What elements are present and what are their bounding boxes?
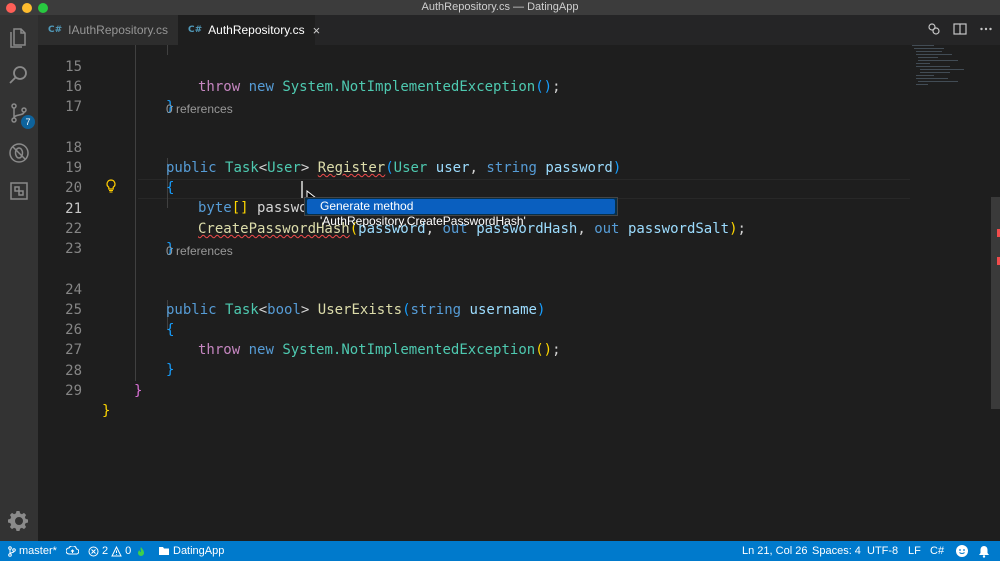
editor-actions xyxy=(926,22,994,38)
quick-fix-menu: Generate method 'AuthRepository.CreatePa… xyxy=(304,197,618,228)
source-control-icon[interactable]: 7 xyxy=(7,101,35,129)
code-line: 16 } xyxy=(38,57,938,115)
extensions-icon[interactable] xyxy=(7,179,31,203)
tab-label: IAuthRepository.cs xyxy=(68,23,168,37)
split-editor-icon[interactable] xyxy=(952,22,968,38)
csharp-file-icon: C# xyxy=(188,25,203,35)
minimap[interactable] xyxy=(910,45,990,105)
codelens-references[interactable]: 0 references xyxy=(166,99,233,119)
code-line: 26 throw new System.NotImplementedExcept… xyxy=(38,300,938,358)
code-line: 20 byte[] passwordHash, passwordSalt; xyxy=(38,158,938,216)
project-indicator[interactable]: DatingApp xyxy=(158,541,224,561)
more-actions-icon[interactable] xyxy=(978,22,994,38)
code-line: 28 } xyxy=(38,341,938,399)
csharp-file-icon: C# xyxy=(48,25,63,35)
line-number: 29 xyxy=(65,383,82,399)
open-changes-icon[interactable] xyxy=(926,22,942,38)
code-line: 15 throw new System.NotImplementedExcept… xyxy=(38,45,938,95)
indentation-setting[interactable]: Spaces: 4 xyxy=(812,541,861,561)
generate-method-action[interactable]: Generate method 'AuthRepository.CreatePa… xyxy=(307,199,615,228)
status-bar: master* 2 0 DatingApp Ln 21, Col 26 Spac… xyxy=(0,541,1000,561)
close-tab-icon[interactable]: × xyxy=(313,23,321,38)
problems-indicator[interactable]: 2 0 xyxy=(88,541,131,561)
codelens-references[interactable]: 0 references xyxy=(166,241,233,261)
explorer-icon[interactable] xyxy=(7,25,31,49)
debug-icon[interactable] xyxy=(7,141,31,165)
code-line: 19 { xyxy=(38,138,938,196)
branch-name: master* xyxy=(19,545,57,557)
code-line: 24 public Task<bool> UserExists(string u… xyxy=(38,260,938,318)
language-mode[interactable]: C# xyxy=(930,541,944,561)
text-cursor xyxy=(301,181,303,198)
eol-setting[interactable]: LF xyxy=(908,541,921,561)
notifications-bell-icon[interactable] xyxy=(978,541,990,561)
code-line: 25 { xyxy=(38,280,938,338)
cursor-position[interactable]: Ln 21, Col 26 xyxy=(742,541,807,561)
error-count: 2 xyxy=(102,545,109,557)
branch-indicator[interactable]: master* xyxy=(8,541,57,561)
sync-icon[interactable] xyxy=(66,541,79,561)
tab-iauthrepository[interactable]: C# IAuthRepository.cs xyxy=(38,15,178,45)
code-line: 29 } xyxy=(38,361,938,419)
source-control-badge: 7 xyxy=(21,115,35,129)
feedback-icon[interactable] xyxy=(955,541,969,561)
code-text: } xyxy=(134,383,143,399)
code-text: } xyxy=(102,403,111,419)
title-bar: AuthRepository.cs — DatingApp xyxy=(0,0,1000,15)
omnisharp-flame-icon[interactable] xyxy=(136,541,146,561)
git-branch-icon xyxy=(8,545,16,557)
encoding-setting[interactable]: UTF-8 xyxy=(867,541,898,561)
warning-icon xyxy=(111,545,122,556)
window-title: AuthRepository.cs — DatingApp xyxy=(421,1,579,13)
code-line: 17 xyxy=(38,77,938,115)
code-line: 27 } xyxy=(38,320,938,378)
code-editor[interactable]: 15 throw new System.NotImplementedExcept… xyxy=(38,45,990,541)
line-number: 23 xyxy=(65,241,82,257)
search-icon[interactable] xyxy=(7,63,31,87)
tab-authrepository[interactable]: C# AuthRepository.cs × xyxy=(178,15,320,45)
editor-tab-bar: C# IAuthRepository.cs C# AuthRepository.… xyxy=(38,15,1000,45)
code-line: 18 public Task<User> Register(User user,… xyxy=(38,118,938,176)
error-icon xyxy=(88,546,99,556)
line-number: 17 xyxy=(65,99,82,115)
activity-bar: 7 xyxy=(0,15,38,541)
vertical-scrollbar[interactable] xyxy=(990,45,1000,541)
tab-label: AuthRepository.cs xyxy=(208,23,305,37)
folder-icon xyxy=(159,547,169,555)
code-line-active: 21 CreatePasswordHash(password, out pass… xyxy=(38,179,938,237)
lightbulb-icon[interactable] xyxy=(106,179,118,193)
warning-count: 0 xyxy=(125,545,132,557)
gear-icon[interactable] xyxy=(7,509,31,533)
project-name: DatingApp xyxy=(173,545,225,557)
